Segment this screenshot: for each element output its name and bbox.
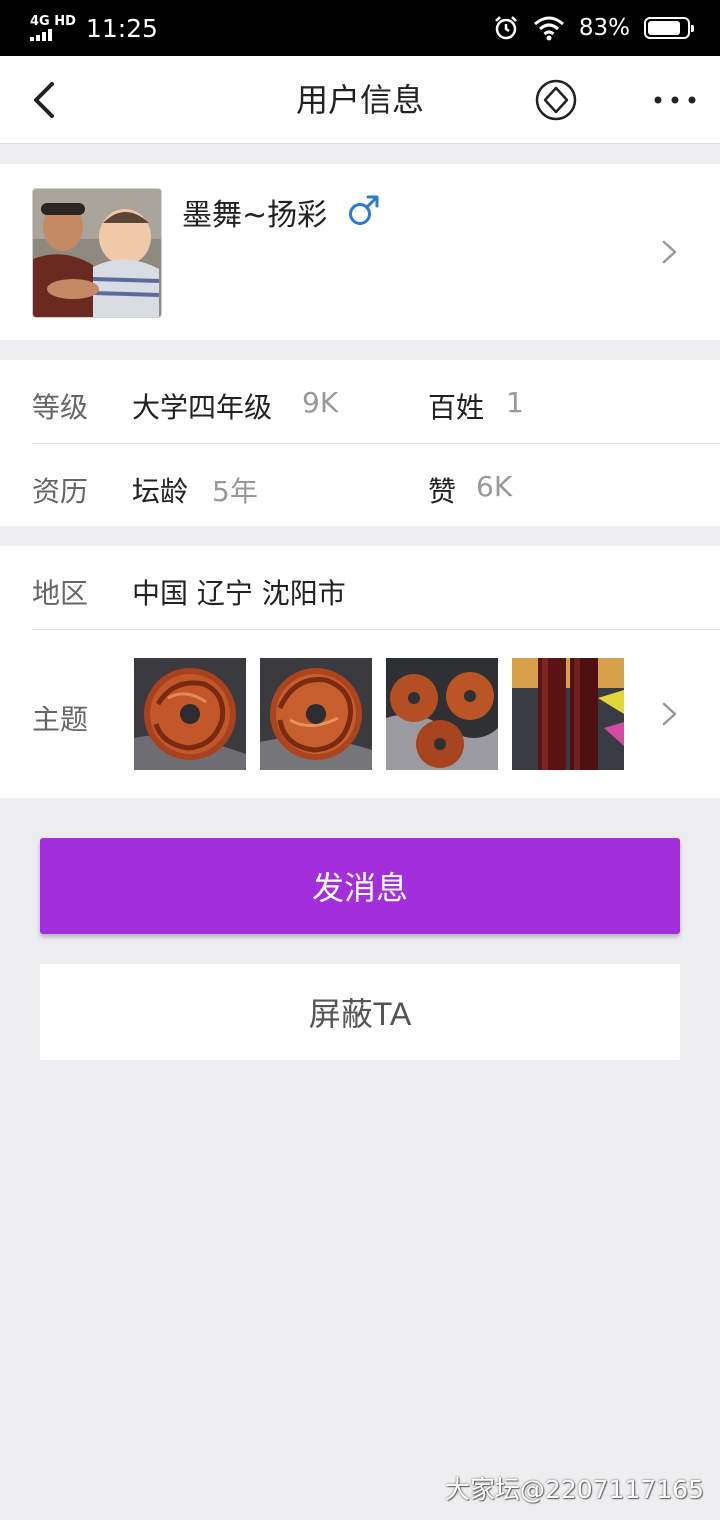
region-value: 中国 辽宁 沈阳市	[132, 577, 346, 610]
alarm-clock-icon	[494, 16, 517, 40]
wifi-icon	[533, 16, 564, 41]
likes-value: 6K	[476, 470, 513, 503]
rank-label: 百姓	[428, 391, 485, 424]
diamond-icon[interactable]	[534, 78, 578, 122]
watermark: 大家坛@2207117165	[444, 1475, 704, 1504]
history-label: 资历	[32, 475, 89, 508]
topic-thumbnail[interactable]	[260, 658, 372, 770]
divider	[32, 629, 720, 630]
username: 墨舞~扬彩	[182, 198, 328, 233]
region-label: 地区	[32, 577, 89, 610]
forum-age-value: 5年	[212, 475, 258, 508]
nav-bar: 用户信息	[0, 56, 720, 144]
battery-percent: 83%	[578, 15, 630, 41]
info-card: 等级 大学四年级 9K 百姓 1 资历 坛龄 5年 赞 6K	[0, 360, 720, 526]
page-title: 用户信息	[295, 81, 424, 119]
male-gender-icon	[349, 195, 379, 225]
topic-thumbnail[interactable]	[512, 658, 624, 770]
network-type: 4G HD	[30, 13, 76, 29]
divider	[32, 443, 720, 444]
level-label: 等级	[32, 391, 89, 424]
level-value: 大学四年级	[132, 391, 273, 424]
cellular-signal-icon: 4G HD	[30, 13, 76, 41]
level-points: 9K	[302, 386, 339, 419]
profile-card[interactable]: 墨舞~扬彩	[0, 164, 720, 340]
chevron-right-icon[interactable]	[660, 236, 680, 268]
rank-value: 1	[506, 386, 524, 419]
region-topics-card: 地区 中国 辽宁 沈阳市 主题	[0, 546, 720, 798]
topic-thumbnail[interactable]	[386, 658, 498, 770]
chevron-right-icon[interactable]	[660, 698, 680, 730]
battery-icon	[644, 17, 694, 39]
status-bar: 4G HD 11:25 83%	[0, 0, 720, 56]
send-message-button[interactable]: 发消息	[40, 838, 680, 934]
back-icon[interactable]	[24, 76, 72, 124]
likes-label: 赞	[428, 475, 457, 508]
more-icon[interactable]	[650, 78, 700, 122]
topic-thumbnail[interactable]	[134, 658, 246, 770]
user-info-page: 4G HD 11:25 83% 用户信息 墨舞~扬彩 等级 大学四年级 9K 百…	[0, 0, 720, 1520]
clock: 11:25	[85, 13, 158, 43]
topics-label: 主题	[32, 703, 89, 736]
avatar[interactable]	[32, 188, 162, 318]
block-user-button[interactable]: 屏蔽TA	[40, 964, 680, 1060]
forum-age-label: 坛龄	[132, 475, 189, 508]
